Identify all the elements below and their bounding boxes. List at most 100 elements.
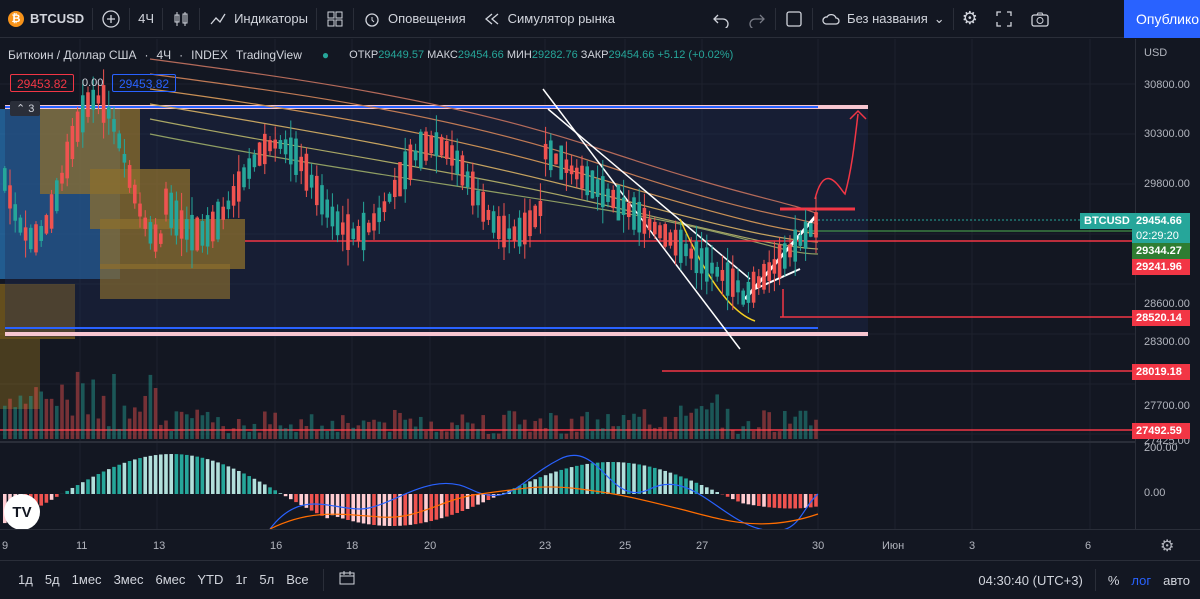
range-1y-button[interactable]: 1г <box>229 572 253 587</box>
chart-canvas[interactable] <box>0 39 1135 529</box>
layout-name-button[interactable]: Без названия ⌄ <box>813 0 953 38</box>
gear-icon[interactable]: ⚙ <box>1160 536 1174 556</box>
candle-body <box>445 141 449 159</box>
templates-button[interactable] <box>317 0 353 38</box>
low-label: МИН <box>507 49 532 61</box>
volume-bar <box>232 428 236 439</box>
volume-bar <box>351 428 355 439</box>
open-label: ОТКР <box>349 49 378 61</box>
candle-body <box>65 142 69 179</box>
auto-toggle[interactable]: авто <box>1163 573 1190 588</box>
volume-bar <box>175 411 179 439</box>
candle-body <box>242 167 246 187</box>
fullscreen-toggle[interactable] <box>776 0 812 38</box>
publish-label: Опубликовать <box>1136 11 1200 27</box>
symbol-search[interactable]: ₿ BTCUSD <box>0 0 92 38</box>
volume-bar <box>481 415 485 439</box>
volume-bar <box>601 428 605 439</box>
histogram-bar <box>232 469 236 494</box>
volume-bar <box>658 427 662 439</box>
time-scale[interactable]: 9 11 13 16 18 20 23 25 27 30 Июн 3 6 ⚙ <box>0 529 1200 560</box>
histogram-bar <box>357 494 361 522</box>
histogram-bar <box>533 479 537 494</box>
compare-button[interactable] <box>93 0 129 38</box>
replay-label: Симулятор рынка <box>508 11 615 26</box>
settings-button[interactable]: ⚙ <box>954 0 986 38</box>
undo-button[interactable] <box>703 0 739 38</box>
ask-badge[interactable]: 29453.82 <box>112 74 176 92</box>
volume-bar <box>492 433 496 439</box>
volume-bar <box>533 421 537 439</box>
volume-bar <box>24 404 28 439</box>
range-5y-button[interactable]: 5л <box>253 572 280 587</box>
volume-bar <box>279 425 283 439</box>
range-5d-button[interactable]: 5д <box>39 572 66 587</box>
histogram-bar <box>112 467 116 494</box>
candle-body <box>606 189 610 202</box>
close-label: ЗАКР <box>581 49 609 61</box>
collapse-indicators-button[interactable]: ⌃ 3 <box>10 101 40 116</box>
volume-bar <box>726 409 730 439</box>
histogram-bar <box>247 476 251 494</box>
histogram-bar <box>372 494 376 525</box>
volume-bar <box>133 407 137 439</box>
chart-type-button[interactable] <box>163 0 199 38</box>
candle-body <box>804 222 808 249</box>
redo-button[interactable] <box>739 0 775 38</box>
histogram-bar <box>419 494 423 523</box>
log-toggle[interactable]: лог <box>1131 573 1151 588</box>
histogram-bar <box>481 494 485 502</box>
candle-body <box>669 232 673 245</box>
tradingview-logo[interactable]: TV <box>4 494 40 530</box>
volume-bar <box>180 412 184 439</box>
candle-body <box>461 155 465 185</box>
volume-bar <box>809 425 813 439</box>
histogram-bar <box>211 461 215 494</box>
snapshot-button[interactable] <box>1022 0 1058 38</box>
bitcoin-icon: ₿ <box>8 11 24 27</box>
histogram-bar <box>331 494 335 515</box>
volume-bar <box>39 392 43 439</box>
range-6m-button[interactable]: 6мес <box>149 572 191 587</box>
indicators-button[interactable]: Индикаторы <box>200 0 316 38</box>
histogram-bar <box>143 457 147 494</box>
alerts-button[interactable]: Оповещения <box>354 0 474 38</box>
price-scale[interactable]: USD 30800.00 30300.00 29800.00 28600.00 … <box>1135 39 1200 529</box>
volume-bar <box>169 431 173 439</box>
price-tag: 29344.27 <box>1132 243 1190 259</box>
range-3m-button[interactable]: 3мес <box>108 572 150 587</box>
volume-bar <box>268 424 272 439</box>
fullscreen-button[interactable] <box>986 0 1022 38</box>
histogram-bar <box>86 479 90 494</box>
range-1d-button[interactable]: 1д <box>12 572 39 587</box>
histogram-bar <box>762 494 766 507</box>
publish-button[interactable]: Опубликовать <box>1124 0 1200 38</box>
histogram-bar <box>643 465 647 494</box>
bottom-toolbar: 1д 5д 1мес 3мес 6мес YTD 1г 5л Все 04:30… <box>0 560 1200 598</box>
volume-bar <box>320 426 324 439</box>
candle-body <box>705 247 709 281</box>
time-label: 23 <box>539 540 551 552</box>
volume-bar <box>715 394 719 439</box>
volume-bar <box>721 428 725 439</box>
replay-button[interactable]: Симулятор рынка <box>474 0 623 38</box>
legend-title[interactable]: Биткоин / Доллар США <box>8 48 137 62</box>
clock-timezone[interactable]: 04:30:40 (UTC+3) <box>978 573 1082 588</box>
candle-body <box>159 233 163 243</box>
interval-button[interactable]: 4Ч <box>130 0 162 38</box>
main-chart[interactable]: 29453.82 0.00 29453.82 ⌃ 3 <box>0 39 1135 529</box>
candle-body <box>679 230 683 263</box>
date-range-button[interactable] <box>332 570 362 589</box>
range-all-button[interactable]: Все <box>280 572 314 587</box>
range-ytd-button[interactable]: YTD <box>191 572 229 587</box>
volume-bar <box>767 412 771 439</box>
candle-body <box>757 276 761 288</box>
histogram-bar <box>710 490 714 494</box>
range-1m-button[interactable]: 1мес <box>66 572 108 587</box>
percent-toggle[interactable]: % <box>1108 573 1120 588</box>
volume-bar <box>91 380 95 439</box>
pane-divider[interactable] <box>0 441 1200 443</box>
currency-label[interactable]: USD <box>1144 47 1167 59</box>
bid-badge[interactable]: 29453.82 <box>10 74 74 92</box>
volume-bar <box>76 372 80 439</box>
